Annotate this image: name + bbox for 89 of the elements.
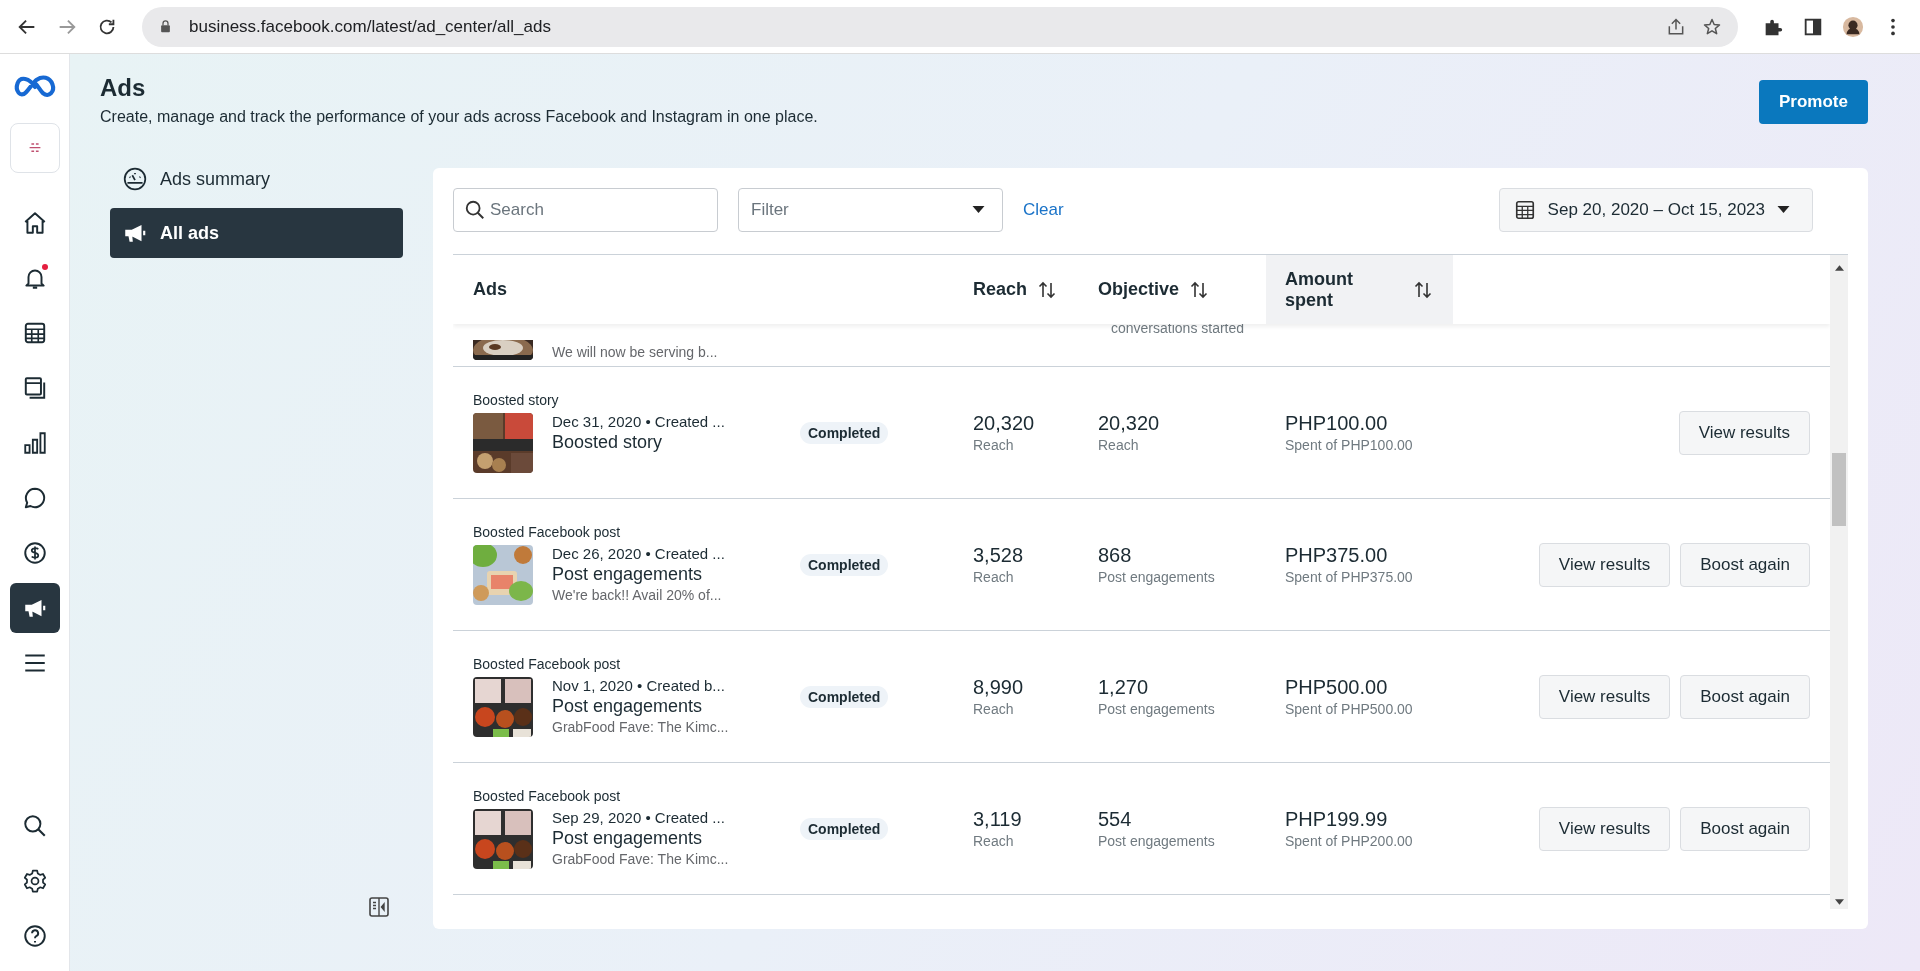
status-badge: Completed xyxy=(800,553,889,576)
reach-label: Reach xyxy=(973,833,1015,849)
ad-title: Boosted story xyxy=(552,432,664,453)
ad-date: Sep 29, 2020 • Created ... xyxy=(552,809,726,826)
star-icon[interactable] xyxy=(1702,16,1722,37)
objective-value: 868 xyxy=(1098,544,1133,567)
ad-description: GrabFood Fave: The Kimc... xyxy=(552,719,729,735)
page-subtitle: Create, manage and track the performance of your ads across Facebook and Instagram in one place. xyxy=(100,108,818,126)
amount-label: Spent of PHP200.00 xyxy=(1285,833,1414,849)
dollar-icon xyxy=(21,540,48,566)
ad-date: Dec 26, 2020 • Created ... xyxy=(552,545,725,562)
filter-dropdown[interactable]: Filter xyxy=(738,188,1003,232)
clear-link[interactable]: Clear xyxy=(1023,200,1064,220)
page-title: Ads xyxy=(100,74,147,102)
reach-value: 3,119 xyxy=(973,808,1023,831)
objective-label: Reach xyxy=(1098,437,1140,453)
status-badge: Completed xyxy=(800,421,889,444)
amount-value: PHP100.00 xyxy=(1285,412,1389,435)
action-button[interactable]: Boost again xyxy=(1680,806,1810,851)
ad-type: Boosted Facebook post xyxy=(473,656,622,672)
scrollbar-thumb[interactable] xyxy=(1832,453,1846,526)
ad-description: We will now be serving b... xyxy=(552,344,718,360)
rail-item[interactable] xyxy=(9,583,60,633)
share-icon[interactable] xyxy=(1666,16,1686,37)
objective-value: 554 xyxy=(1098,808,1133,831)
action-button[interactable]: View results xyxy=(1538,674,1671,719)
help-icon xyxy=(21,923,48,949)
sort-icon xyxy=(1189,279,1210,300)
bar-chart-icon xyxy=(21,430,48,456)
column-header[interactable]: Amount spent xyxy=(1266,255,1453,324)
reach-label: Reach xyxy=(973,437,1015,453)
search-icon xyxy=(464,199,486,221)
date-range-picker[interactable]: Sep 20, 2020 – Oct 15, 2023 xyxy=(1498,188,1813,232)
ad-type: Boosted Facebook post xyxy=(473,524,622,540)
ad-date: Nov 1, 2020 • Created b... xyxy=(552,677,726,694)
caret-icon xyxy=(972,206,985,214)
action-button[interactable]: View results xyxy=(1678,410,1810,455)
amount-value: PHP500.00 xyxy=(1285,676,1389,699)
nav-item[interactable]: Ads summary xyxy=(110,154,403,204)
objective-label: Post engagements xyxy=(1098,569,1216,585)
amount-value: PHP199.99 xyxy=(1285,808,1389,831)
profile-avatar[interactable] xyxy=(1842,15,1864,38)
sort-icon xyxy=(1413,279,1433,300)
infinity-logo-icon[interactable] xyxy=(12,74,57,100)
ad-title: Post engagements xyxy=(552,828,704,849)
action-button[interactable]: View results xyxy=(1538,806,1671,851)
ad-type: Boosted Facebook post xyxy=(473,788,622,804)
status-badge: Completed xyxy=(800,685,889,708)
amount-label: Spent of PHP500.00 xyxy=(1285,701,1414,717)
objective-label: Post engagements xyxy=(1098,701,1216,717)
address-bar[interactable]: business.facebook.com/latest/ad_center/all_ads xyxy=(142,6,1738,47)
nav-item[interactable]: All ads xyxy=(110,208,403,258)
gauge-icon xyxy=(122,166,148,192)
column-header: Ads xyxy=(472,278,508,301)
search-icon xyxy=(21,813,48,839)
ad-date: Dec 31, 2020 • Created ... xyxy=(552,413,725,430)
reach-label: Reach xyxy=(973,701,1015,717)
objective-label: Post engagements xyxy=(1098,833,1216,849)
reach-value: 20,320 xyxy=(973,412,1036,435)
search-field[interactable]: Search xyxy=(453,188,718,232)
scroll-down-icon[interactable] xyxy=(1834,899,1844,905)
ad-description: GrabFood Fave: The Kimc... xyxy=(552,851,729,867)
action-button[interactable]: Boost again xyxy=(1680,542,1810,587)
scroll-up-icon[interactable] xyxy=(1834,265,1844,271)
status-badge: Completed xyxy=(800,817,889,840)
column-header[interactable]: Reach xyxy=(960,255,1085,324)
ad-title: Post engagements xyxy=(552,564,704,585)
objective-value: 1,270 xyxy=(1098,676,1150,699)
objective-value: 20,320 xyxy=(1098,412,1161,435)
reach-value: 3,528 xyxy=(973,544,1025,567)
scrollbar[interactable] xyxy=(1830,255,1848,909)
ad-title: Post engagements xyxy=(552,696,704,717)
collapse-panel-icon[interactable] xyxy=(367,895,391,919)
settings-icon xyxy=(21,868,48,894)
ad-type: Boosted story xyxy=(473,392,560,408)
calendar-icon xyxy=(1513,199,1536,221)
amount-label: Spent of PHP100.00 xyxy=(1285,437,1414,453)
amount-value: PHP375.00 xyxy=(1285,544,1389,567)
promote-button[interactable]: Promote xyxy=(1759,80,1868,124)
amount-label: Spent of PHP375.00 xyxy=(1285,569,1414,585)
reach-label: Reach xyxy=(973,569,1015,585)
action-button[interactable]: View results xyxy=(1538,542,1671,587)
ad-description: We're back!! Avail 20% of... xyxy=(552,587,723,603)
url-text: business.facebook.com/latest/ad_center/all_ads xyxy=(189,16,551,37)
sort-icon xyxy=(1037,279,1058,300)
reach-value: 8,990 xyxy=(973,676,1025,699)
action-button[interactable]: Boost again xyxy=(1680,674,1810,719)
caret-icon xyxy=(1777,206,1790,214)
lock-icon xyxy=(158,19,173,34)
